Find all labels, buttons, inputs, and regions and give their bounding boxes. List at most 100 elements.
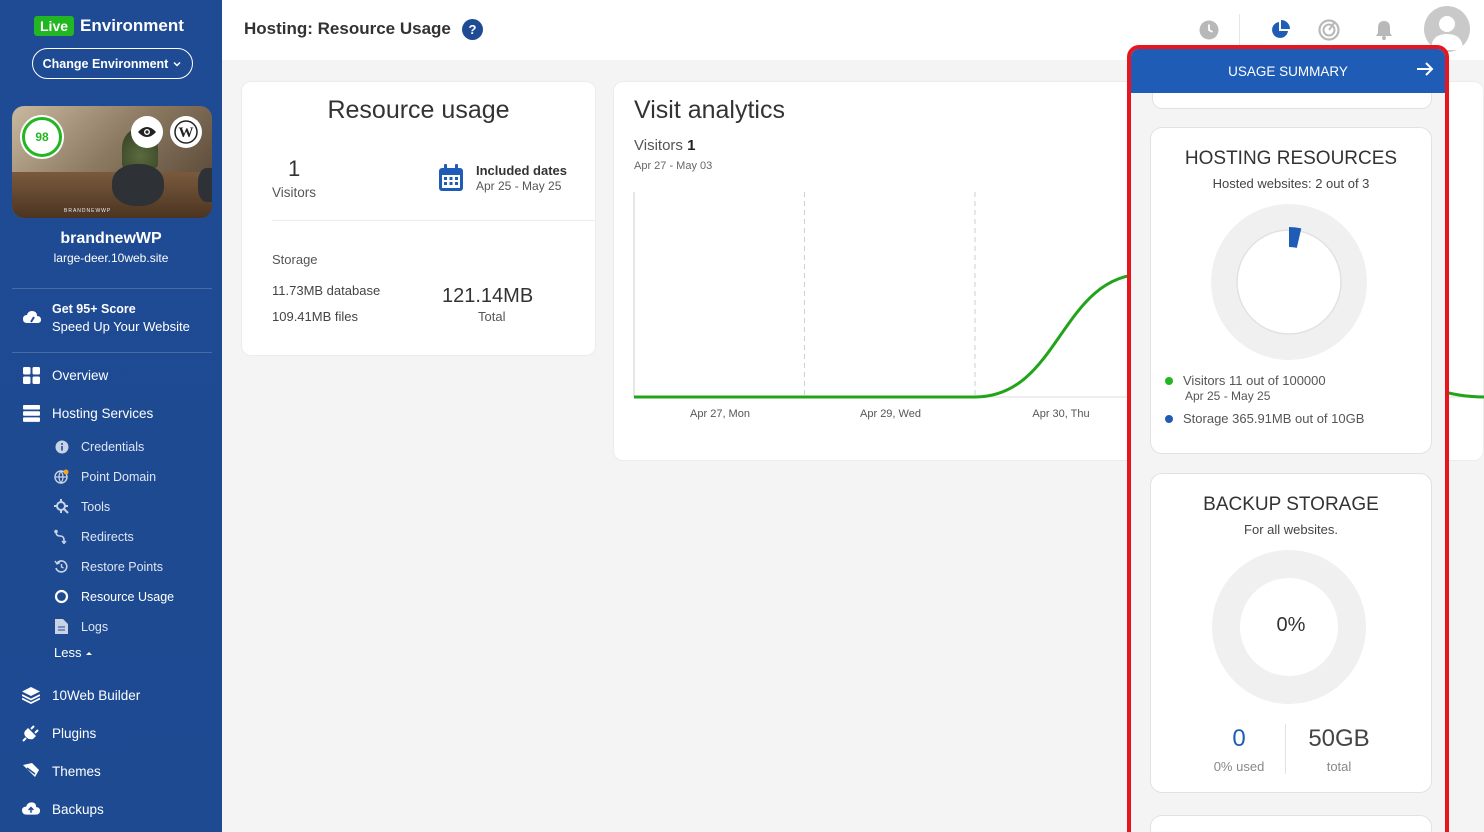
sidebar-item-label: 10Web Builder xyxy=(52,687,141,703)
circle-progress-icon xyxy=(54,589,69,604)
backup-storage-card: BACKUP STORAGE For all websites. 0% 0 0%… xyxy=(1150,473,1432,793)
change-environment-label: Change Environment xyxy=(42,56,169,71)
speed-up-promo[interactable]: Get 95+ Score Speed Up Your Website xyxy=(22,302,190,334)
visitors-usage-text: Visitors 11 out of 100000 xyxy=(1183,373,1326,388)
sidebar-item-themes[interactable]: Themes xyxy=(22,762,101,780)
thumbnail-pot xyxy=(112,164,164,206)
backup-used-label: 0% used xyxy=(1213,759,1265,774)
resource-usage-card: Resource usage 1 Visitors Included dates… xyxy=(241,81,596,356)
hosting-resources-card: HOSTING RESOURCES Hosted websites: 2 out… xyxy=(1150,127,1432,454)
storage-label: Storage xyxy=(272,252,318,267)
live-badge: Live xyxy=(34,16,75,36)
server-icon xyxy=(22,404,40,422)
speed-dial-icon[interactable] xyxy=(1317,18,1341,42)
backup-stat-divider xyxy=(1285,724,1286,774)
database-size: 11.73MB database xyxy=(272,283,381,298)
cloud-speed-icon xyxy=(23,311,41,323)
usage-summary-panel: USAGE SUMMARY HOSTING RESOURCES Hosted w… xyxy=(1127,45,1449,832)
included-dates-range: Apr 25 - May 25 xyxy=(476,179,562,193)
sidebar-item-label: Backups xyxy=(52,801,104,817)
backup-storage-subtitle: For all websites. xyxy=(1244,522,1338,537)
hosted-websites-count: Hosted websites: 2 out of 3 xyxy=(1212,176,1370,191)
restore-icon xyxy=(54,559,69,574)
sidebar-item-label: Themes xyxy=(52,763,101,779)
card-divider xyxy=(272,220,595,221)
environment-title: Environment xyxy=(80,16,184,35)
help-icon[interactable]: ? xyxy=(462,19,483,40)
svg-text:W: W xyxy=(179,125,194,141)
sidebar-divider xyxy=(12,288,212,289)
storage-usage-text: Storage 365.91MB out of 10GB xyxy=(1183,411,1365,426)
less-label: Less xyxy=(54,645,82,660)
wordpress-icon: W xyxy=(174,120,198,144)
sidebar-item-logs[interactable]: Logs xyxy=(54,619,108,634)
next-card-stub xyxy=(1150,815,1432,832)
backup-storage-title: BACKUP STORAGE xyxy=(1203,494,1379,515)
sidebar-item-label: Plugins xyxy=(52,725,97,741)
sidebar-divider xyxy=(12,352,212,353)
sidebar-item-resource-usage[interactable]: Resource Usage xyxy=(54,589,174,604)
sidebar-item-restore-points[interactable]: Restore Points xyxy=(54,559,163,574)
sidebar-item-redirects[interactable]: Redirects xyxy=(54,529,134,544)
grid-icon xyxy=(22,366,40,384)
layers-icon xyxy=(22,686,40,704)
info-icon xyxy=(54,439,69,454)
visitors-label: Visitors xyxy=(272,185,317,200)
files-size: 109.41MB files xyxy=(272,309,358,324)
chevron-up-icon xyxy=(86,652,93,655)
hosting-resources-title: HOSTING RESOURCES xyxy=(1184,148,1398,169)
x-tick-label: Apr 27, Mon xyxy=(690,408,750,420)
brush-icon xyxy=(22,762,40,780)
sidebar: Live Environment Change Environment BRAN… xyxy=(0,0,222,832)
visitors-usage-dates: Apr 25 - May 25 xyxy=(1185,389,1271,403)
bell-icon[interactable] xyxy=(1372,18,1396,42)
preview-button[interactable] xyxy=(131,116,163,148)
usage-summary-title: USAGE SUMMARY xyxy=(1228,63,1348,79)
wordpress-admin-button[interactable]: W xyxy=(170,116,202,148)
resource-usage-title: Resource usage xyxy=(327,96,510,124)
sidebar-item-label: Point Domain xyxy=(81,469,157,484)
analytics-date-range: Apr 27 - May 03 xyxy=(634,160,713,172)
storage-total-label: Total xyxy=(478,309,506,324)
sidebar-item-label: Logs xyxy=(81,619,109,634)
donut-hole xyxy=(1257,250,1321,314)
visitors-summary-label: Visitors xyxy=(634,137,683,154)
thumbnail-brand-text: BRANDNEWWP xyxy=(64,208,112,214)
page-title: Hosting: Resource Usage xyxy=(244,19,451,38)
sidebar-item-backups[interactable]: Backups xyxy=(22,800,104,818)
header-divider xyxy=(1239,14,1240,46)
storage-total: 121.14MB xyxy=(442,285,534,307)
arrow-right-icon[interactable] xyxy=(1415,59,1435,79)
globe-icon xyxy=(54,469,69,484)
tools-icon xyxy=(54,499,69,514)
performance-score-badge[interactable]: 98 xyxy=(22,117,62,157)
cloud-backup-icon xyxy=(22,800,40,818)
usage-summary-header: USAGE SUMMARY xyxy=(1131,49,1445,93)
sidebar-item-label: Credentials xyxy=(81,439,145,454)
change-environment-button[interactable]: Change Environment xyxy=(32,48,193,79)
document-icon xyxy=(54,619,69,634)
sidebar-item-label: Restore Points xyxy=(81,559,163,574)
thumbnail-pot-small xyxy=(198,168,212,202)
calendar-icon xyxy=(438,164,464,197)
sidebar-item-hosting-services[interactable]: Hosting Services xyxy=(22,404,153,422)
pie-chart-icon[interactable] xyxy=(1268,18,1292,42)
x-tick-label: Apr 30, Thu xyxy=(1032,408,1089,420)
sidebar-item-overview[interactable]: Overview xyxy=(22,366,108,384)
promo-subtitle: Speed Up Your Website xyxy=(52,319,190,334)
less-toggle[interactable]: Less xyxy=(54,645,93,660)
sidebar-item-plugins[interactable]: Plugins xyxy=(22,724,96,742)
visitors-summary-count: 1 xyxy=(687,137,696,154)
sidebar-item-credentials[interactable]: Credentials xyxy=(54,439,144,454)
sidebar-item-label: Tools xyxy=(81,499,111,514)
sidebar-item-tools[interactable]: Tools xyxy=(54,499,110,514)
visit-analytics-title: Visit analytics xyxy=(634,96,785,124)
sidebar-item-point-domain[interactable]: Point Domain xyxy=(54,469,156,484)
site-url[interactable]: large-deer.10web.site xyxy=(0,251,222,265)
backup-percent: 0% xyxy=(1276,614,1306,636)
legend-storage: Storage 365.91MB out of 10GB xyxy=(1165,411,1364,426)
sidebar-item-10web-builder[interactable]: 10Web Builder xyxy=(22,686,140,704)
site-name: brandnewWP xyxy=(60,230,162,247)
clock-icon[interactable] xyxy=(1197,18,1221,42)
visitors-count: 1 xyxy=(288,156,301,181)
